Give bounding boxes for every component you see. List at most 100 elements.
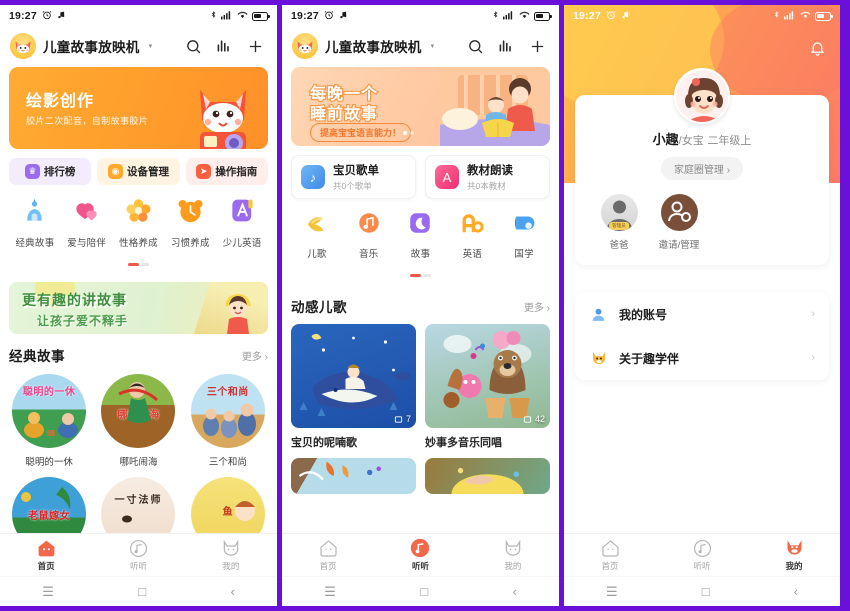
menu-item-my-account[interactable]: 我的账号 › — [575, 292, 829, 336]
tab-home[interactable]: 首页 — [564, 538, 656, 572]
system-nav-bar: ☰ □ ‹ — [282, 576, 559, 606]
profile-name-row: 小趣/女宝 二年级上 — [575, 129, 829, 148]
tab-listen[interactable]: 听听 — [656, 538, 748, 572]
nav-home-button[interactable]: □ — [420, 584, 428, 599]
tab-mine[interactable]: 我的 — [185, 538, 277, 572]
tab-home[interactable]: 首页 — [0, 538, 92, 572]
category-label: 少儿英语 — [222, 238, 262, 249]
bell-icon[interactable] — [809, 39, 826, 62]
album-row-1: 7 宝贝的呢喃歌 42 妙事多音乐同唱 — [291, 324, 550, 450]
equalizer-icon[interactable] — [494, 34, 518, 58]
story-art — [24, 412, 79, 438]
app-logo-fox-icon — [292, 33, 318, 59]
category-pager — [9, 256, 268, 274]
music-note-icon — [339, 10, 348, 23]
album-item[interactable]: 7 宝贝的呢喃歌 — [291, 324, 416, 450]
category-english[interactable]: 英语 — [446, 210, 498, 260]
member-invite[interactable]: 邀请/管理 — [656, 194, 702, 251]
story-item[interactable]: 聪明的一休 聪明的一休 — [9, 374, 89, 468]
alarm-icon — [42, 10, 52, 23]
three-panel-screenshot: 19:27 儿童故事放映机 ▾ 绘影创作 胶片二次配音，自制故事胶片 ♛ 排行榜… — [0, 0, 850, 611]
card-baby-playlist[interactable]: ♪ 宝贝歌单 共0个歌单 — [291, 155, 416, 199]
home-icon — [564, 538, 656, 558]
member-dad[interactable]: 管理员 爸爸 — [596, 194, 642, 251]
tab-listen[interactable]: 听听 — [374, 538, 466, 572]
tab-label: 我的 — [222, 561, 240, 571]
category-character-building[interactable]: 性格养成 — [113, 196, 165, 249]
tab-label: 我的 — [785, 561, 803, 571]
album-item[interactable] — [291, 458, 416, 494]
category-music[interactable]: 音乐 — [343, 210, 395, 260]
story-art — [118, 382, 159, 423]
nav-menu-button[interactable]: ☰ — [324, 584, 336, 600]
promo-banner[interactable]: 更有趣的讲故事 让孩子爱不释手 — [9, 282, 268, 334]
invite-person-icon — [660, 194, 698, 231]
menu-label: 关于趣学伴 — [619, 351, 680, 366]
section-more-link[interactable]: 更多 › — [524, 299, 550, 314]
category-kids-english[interactable]: 少儿英语 — [216, 196, 268, 249]
chip-device-management[interactable]: ◉ 设备管理 — [97, 158, 180, 185]
nav-back-button[interactable]: ‹ — [794, 584, 798, 599]
nav-home-button[interactable]: □ — [138, 584, 146, 599]
plus-icon[interactable] — [243, 34, 267, 58]
chevron-down-icon[interactable]: ▾ — [431, 42, 435, 50]
music-note-icon — [621, 10, 630, 23]
category-label: 儿歌 — [307, 249, 327, 260]
chip-ranking[interactable]: ♛ 排行榜 — [9, 158, 92, 185]
card-textbook-reading[interactable]: A 教材朗读 共0本教材 — [425, 155, 550, 199]
trophy-icon: ♛ — [24, 164, 40, 179]
equalizer-icon[interactable] — [212, 34, 236, 58]
nav-home-button[interactable]: □ — [702, 584, 710, 599]
category-love-companionship[interactable]: 爱与陪伴 — [61, 196, 113, 249]
clock-bear-icon — [178, 199, 203, 223]
profile-grade: 二年级上 — [707, 135, 752, 147]
banner-title: 绘影创作 — [26, 93, 95, 110]
cat-face-icon — [748, 538, 840, 558]
card-subtitle: 共0本教材 — [467, 181, 506, 191]
cat-face-icon — [467, 538, 559, 558]
nav-back-button[interactable]: ‹ — [512, 584, 516, 599]
plus-icon[interactable] — [525, 34, 549, 58]
banner-pill: 提高宝宝语言能力！ — [310, 123, 412, 142]
tab-mine[interactable]: 我的 — [467, 538, 559, 572]
category-row-2: 儿歌 音乐 故事 英语 国学 — [291, 210, 550, 260]
story-item[interactable]: 三个和尚 三个和尚 — [188, 374, 268, 468]
compass-icon: ➤ — [196, 164, 212, 179]
album-item[interactable]: 42 妙事多音乐同唱 — [425, 324, 550, 450]
nav-menu-button[interactable]: ☰ — [42, 584, 54, 600]
album-item[interactable] — [425, 458, 550, 494]
person-icon — [589, 305, 608, 324]
story-item[interactable]: 哪吒闹海 哪吒闹海 — [98, 374, 178, 468]
tab-mine[interactable]: 我的 — [748, 538, 840, 572]
category-habit-building[interactable]: 习惯养成 — [164, 196, 216, 249]
chevron-down-icon[interactable]: ▾ — [149, 42, 153, 50]
quick-links: ♛ 排行榜 ◉ 设备管理 ➤ 操作指南 — [9, 158, 268, 185]
app-title: 儿童故事放映机 — [43, 40, 140, 55]
tab-home[interactable]: 首页 — [282, 538, 374, 572]
album-row-2 — [291, 458, 550, 494]
bottom-tab-bar: 首页 听听 我的 — [564, 533, 840, 576]
chip-user-guide[interactable]: ➤ 操作指南 — [185, 158, 268, 185]
family-circle-button[interactable]: 家庭圈管理 › — [660, 157, 744, 180]
tab-listen[interactable]: 听听 — [92, 538, 184, 572]
avatar[interactable] — [674, 68, 730, 124]
member-label: 邀请/管理 — [658, 240, 700, 251]
category-classic-stories[interactable]: 经典故事 — [9, 196, 61, 249]
category-stories[interactable]: 故事 — [395, 210, 447, 260]
search-icon[interactable] — [181, 34, 205, 58]
app-header: 儿童故事放映机 ▾ — [282, 27, 559, 65]
search-icon[interactable] — [463, 34, 487, 58]
category-chinese-classics[interactable]: 国学 — [498, 210, 550, 260]
nav-back-button[interactable]: ‹ — [230, 584, 234, 599]
creation-banner[interactable]: 绘影创作 胶片二次配音，自制故事胶片 — [9, 67, 268, 149]
section-more-link[interactable]: 更多 › — [242, 348, 268, 363]
battery-icon — [815, 11, 833, 21]
category-nursery-rhymes[interactable]: 儿歌 — [291, 210, 343, 260]
panel-profile: 19:27 小趣/女宝 二年级上 家庭圈管理 › 管理员 爸爸 邀请/管理 我的… — [564, 5, 840, 606]
tab-label: 听听 — [129, 561, 147, 571]
story-art — [202, 403, 256, 438]
nav-menu-button[interactable]: ☰ — [606, 584, 618, 600]
bluetooth-icon — [210, 9, 217, 23]
menu-item-about[interactable]: 关于趣学伴 › — [575, 336, 829, 380]
bedtime-story-banner[interactable]: 每晚一个 睡前故事 提高宝宝语言能力！ — [291, 67, 550, 146]
